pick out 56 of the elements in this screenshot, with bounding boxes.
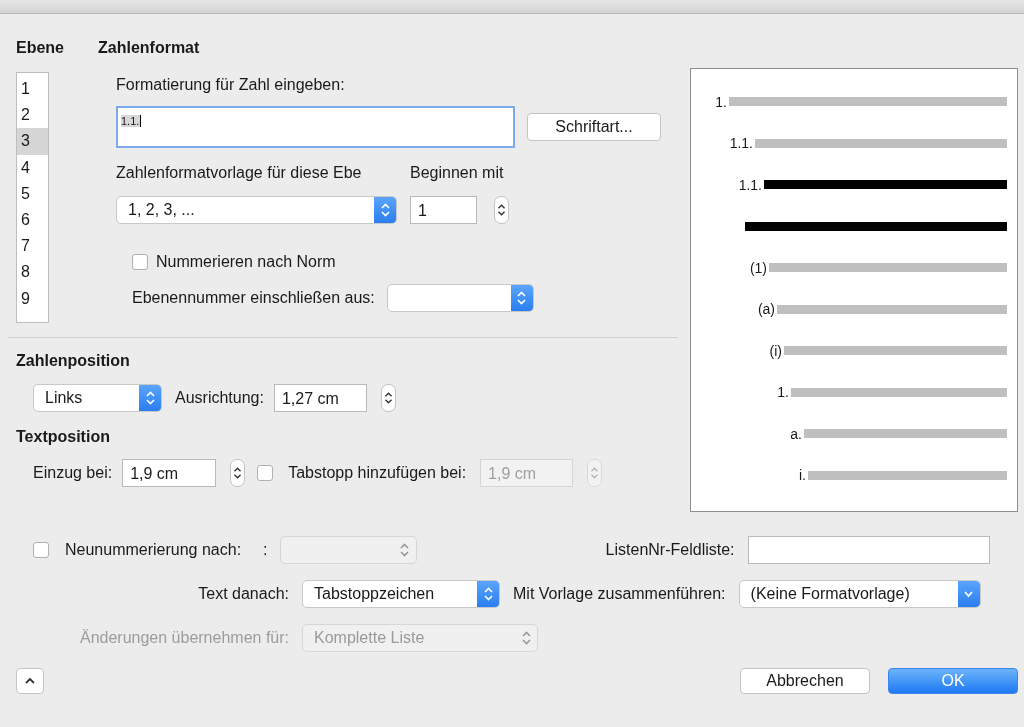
section-heading: Zahlenformat xyxy=(98,38,201,58)
list-item[interactable]: 1 xyxy=(17,76,48,103)
preview-number: a. xyxy=(789,425,803,442)
field-label: Ebenennummer einschließen aus: xyxy=(132,288,375,308)
level-include-dropdown[interactable] xyxy=(386,284,534,312)
input-field: 1,9 cm xyxy=(480,459,574,487)
list-item[interactable]: 7 xyxy=(17,233,48,260)
preview-number: 1.1. xyxy=(737,176,763,193)
list-item[interactable]: 8 xyxy=(17,259,48,286)
field-label: Mit Vorlage zusammenführen: xyxy=(513,584,726,604)
colon-label: : xyxy=(263,540,268,560)
input-field[interactable] xyxy=(747,536,990,564)
checkbox[interactable] xyxy=(132,254,148,270)
input-field[interactable]: 1 xyxy=(410,196,477,224)
list-item[interactable]: 4 xyxy=(17,154,48,181)
checkbox-label: Tabstopp hinzufügen bei: xyxy=(288,463,467,483)
field-label: Text danach: xyxy=(197,584,289,604)
alignment-dropdown[interactable]: Links xyxy=(33,384,162,412)
checkbox[interactable] xyxy=(257,465,274,481)
preview-number: 1.1. xyxy=(728,135,754,152)
list-item[interactable]: 9 xyxy=(17,285,48,312)
field-label: Zahlenformatvorlage für diese Ebe xyxy=(116,163,363,183)
field-label: Ausrichtung: xyxy=(175,388,264,408)
input-field[interactable]: 1,27 cm xyxy=(273,384,367,412)
preview-number: (1) xyxy=(748,259,768,276)
list-item[interactable]: 3 xyxy=(17,128,48,155)
input-field[interactable]: 1,9 cm xyxy=(122,459,217,487)
stepper[interactable] xyxy=(380,384,396,412)
stepper[interactable] xyxy=(230,459,246,487)
preview-number: 1. xyxy=(714,93,728,110)
checkbox-label: Neunummerierung nach: xyxy=(65,540,242,560)
preview-number: 1. xyxy=(776,384,790,401)
section-heading: Ebene xyxy=(16,38,65,58)
stepper[interactable] xyxy=(494,196,509,224)
section-heading: Textposition xyxy=(16,427,111,447)
cancel-button[interactable]: Abbrechen xyxy=(740,668,870,694)
number-style-dropdown[interactable]: 1, 2, 3, ... xyxy=(116,196,397,224)
list-item[interactable]: 6 xyxy=(17,206,48,234)
field-label: Beginnen mit xyxy=(410,163,504,183)
list-item[interactable]: 2 xyxy=(17,102,48,129)
list-item[interactable]: 5 xyxy=(17,180,48,207)
section-heading: Zahlenposition xyxy=(16,351,131,371)
preview-number: (a) xyxy=(756,301,776,318)
chevron-up-icon xyxy=(24,676,36,686)
preview-number: (i) xyxy=(768,342,783,359)
field-label: ListenNr-Feldliste: xyxy=(604,540,735,560)
checkbox-label: Nummerieren nach Norm xyxy=(156,252,336,272)
link-style-dropdown[interactable]: (Keine Formatvorlage) xyxy=(738,580,981,608)
number-format-field[interactable]: 1.1. xyxy=(116,106,515,148)
follow-number-dropdown[interactable]: Tabstoppzeichen xyxy=(302,580,500,608)
field-label: Einzug bei: xyxy=(33,463,113,483)
font-button[interactable]: Schriftart... xyxy=(527,113,661,141)
field-label: Änderungen übernehmen für: xyxy=(78,628,289,648)
field-label: Formatierung für Zahl eingeben: xyxy=(116,75,346,95)
preview-number: i. xyxy=(798,467,807,484)
collapse-button[interactable] xyxy=(16,668,44,694)
